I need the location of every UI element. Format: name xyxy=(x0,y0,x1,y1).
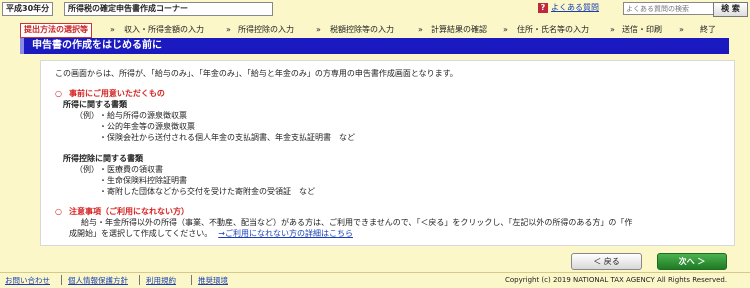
footer-divider xyxy=(191,275,192,285)
circle-icon: ○ xyxy=(55,89,62,98)
list-item: ・給与所得の源泉徴収票 xyxy=(99,111,187,120)
faq-search-input[interactable] xyxy=(623,2,715,15)
step-separator-icon: » xyxy=(418,25,423,34)
back-button[interactable]: ＜ 戻る xyxy=(571,253,642,270)
example-label: （例） xyxy=(75,165,99,174)
list-item: ・医療費の領収書 xyxy=(99,165,163,174)
step-separator-icon: » xyxy=(503,25,508,34)
footer-link-privacy[interactable]: 個人情報保護方針 xyxy=(68,276,128,285)
step-result-check: 計算結果の確認 xyxy=(431,25,487,34)
faq-link[interactable]: よくある質問 xyxy=(551,2,599,14)
step-submission-method: 提出方法の選択等 xyxy=(20,23,92,38)
footer-link-terms[interactable]: 利用規約 xyxy=(146,276,176,285)
section-notes-title: 注意事項（ご利用になれない方） xyxy=(69,207,189,216)
content-panel: この画面からは、所得が、「給与のみ」、「年金のみ」、「給与と年金のみ」の方専用の… xyxy=(40,60,735,246)
page-title: 申告書の作成をはじめる前に xyxy=(32,40,162,51)
step-separator-icon: » xyxy=(226,25,231,34)
example-label: （例） xyxy=(75,111,99,120)
notes-text: 給与・年金所得以外の所得（事業、不動産、配当など）がある方は、ご利用できませんの… xyxy=(81,218,633,227)
section-prepare-title: 事前にご用意いただくもの xyxy=(69,89,165,98)
notes-text-continued: 成開始」を選択して作成してください。 →ご利用になれない方の詳細はこちら xyxy=(69,229,353,239)
list-item: ・生命保険料控除証明書 xyxy=(99,176,187,185)
step-finish: 終了 xyxy=(700,25,716,34)
footer: お問い合わせ 個人情報保護方針 利用規約 推奨環境 Copyright (c) … xyxy=(0,272,750,288)
deduction-docs-heading: 所得控除に関する書類 xyxy=(63,154,143,163)
step-separator-icon: » xyxy=(110,25,115,34)
step-separator-icon: » xyxy=(316,25,321,34)
list-item: ・保険会社から送付される個人年金の支払調書、年金支払証明書 など xyxy=(99,133,355,142)
question-icon[interactable]: ? xyxy=(538,3,548,13)
tax-year-label: 平成30年分 xyxy=(2,2,54,16)
progress-steps: 提出方法の選択等 » 収入・所得金額の入力 » 所得控除の入力 » 税額控除等の… xyxy=(20,23,730,38)
corner-title: 所得税の確定申告書作成コーナー xyxy=(64,2,273,16)
step-address-entry: 住所・氏名等の入力 xyxy=(517,25,589,34)
page-title-bar: 申告書の作成をはじめる前に xyxy=(20,38,729,54)
step-income-entry: 収入・所得金額の入力 xyxy=(124,25,204,34)
intro-text: この画面からは、所得が、「給与のみ」、「年金のみ」、「給与と年金のみ」の方専用の… xyxy=(55,69,458,78)
copyright-text: Copyright (c) 2019 NATIONAL TAX AGENCY A… xyxy=(505,276,728,284)
footer-divider xyxy=(61,275,62,285)
footer-link-environment[interactable]: 推奨環境 xyxy=(198,276,228,285)
list-item: ・寄附した団体などから交付を受けた寄附金の受領証 など xyxy=(99,187,315,196)
income-docs-heading: 所得に関する書類 xyxy=(63,100,127,109)
step-deduction-entry: 所得控除の入力 xyxy=(238,25,294,34)
circle-icon: ○ xyxy=(55,207,62,216)
step-separator-icon: » xyxy=(610,25,615,34)
step-separator-icon: » xyxy=(679,25,684,34)
search-button[interactable]: 検 索 xyxy=(713,2,748,17)
notes-text-tail: 成開始」を選択して作成してください。 xyxy=(69,229,213,238)
footer-divider xyxy=(139,275,140,285)
header-bar: 平成30年分 所得税の確定申告書作成コーナー ? よくある質問 検 索 xyxy=(0,0,750,17)
next-button[interactable]: 次へ ＞ xyxy=(657,253,727,270)
footer-link-contact[interactable]: お問い合わせ xyxy=(5,276,50,285)
ineligible-details-link[interactable]: →ご利用になれない方の詳細はこちら xyxy=(218,229,353,238)
step-tax-credit-entry: 税額控除等の入力 xyxy=(330,25,394,34)
step-send-print: 送信・印刷 xyxy=(622,25,662,34)
list-item: ・公的年金等の源泉徴収票 xyxy=(99,122,195,131)
